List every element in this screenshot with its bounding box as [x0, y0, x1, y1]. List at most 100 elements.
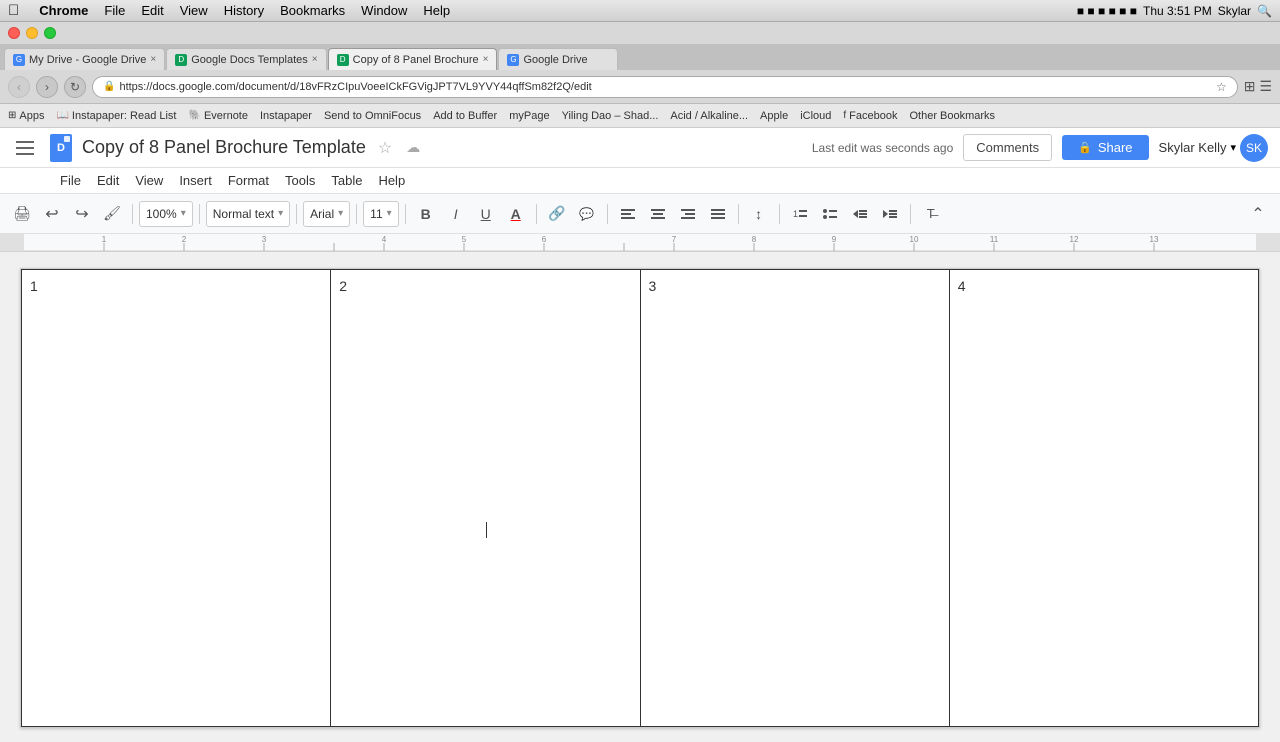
ruler-marks[interactable]: 1 2 3 4 5 6 7	[24, 234, 1256, 251]
docs-logo: D	[50, 134, 72, 162]
style-value: Normal text	[213, 207, 274, 221]
docs-menu-help[interactable]: Help	[378, 173, 405, 188]
tab-close-3[interactable]: ×	[483, 54, 489, 65]
bookmark-icloud[interactable]: iCloud	[800, 110, 831, 122]
settings-icon[interactable]: ☰	[1259, 78, 1272, 95]
comment-button[interactable]: 💬	[573, 200, 601, 228]
doc-star-icon[interactable]: ☆	[378, 138, 392, 158]
window-close[interactable]	[8, 27, 20, 39]
bookmark-apple[interactable]: Apple	[760, 110, 788, 122]
bookmark-instapaper-read[interactable]: 📖 Instapaper: Read List	[56, 110, 176, 122]
window-minimize[interactable]	[26, 27, 38, 39]
underline-button[interactable]: U	[472, 200, 500, 228]
bookmark-facebook[interactable]: f Facebook	[843, 110, 897, 122]
ssl-lock-icon: 🔒	[103, 81, 115, 92]
bookmark-other[interactable]: Other Bookmarks	[909, 110, 995, 122]
toolbar-sep-5	[405, 204, 406, 224]
tab-label-2: Google Docs Templates	[191, 54, 308, 66]
window-maximize[interactable]	[44, 27, 56, 39]
comments-button[interactable]: Comments	[963, 134, 1052, 161]
docs-menu-format[interactable]: Format	[228, 173, 269, 188]
ruler-right-margin	[1256, 234, 1280, 251]
docs-menu-edit[interactable]: Edit	[97, 173, 119, 188]
panel-2[interactable]: 2	[331, 270, 640, 727]
bullet-list-button[interactable]	[816, 200, 844, 228]
menubar-chrome[interactable]: Chrome	[39, 3, 88, 18]
print-button[interactable]: 🖨	[8, 200, 36, 228]
extensions-icon[interactable]: ⊞	[1244, 78, 1256, 95]
docs-menu-file[interactable]: File	[60, 173, 81, 188]
docs-menu-table[interactable]: Table	[331, 173, 362, 188]
bookmark-mypage[interactable]: myPage	[509, 110, 549, 122]
docs-menu-insert[interactable]: Insert	[179, 173, 212, 188]
address-bar[interactable]: 🔒 https://docs.google.com/document/d/18v…	[92, 76, 1238, 98]
undo-button[interactable]: ↩	[38, 200, 66, 228]
panel-4[interactable]: 4	[949, 270, 1258, 727]
docs-header: D Copy of 8 Panel Brochure Template ☆ ☁ …	[0, 128, 1280, 168]
docs-menu-view[interactable]: View	[135, 173, 163, 188]
panel-1[interactable]: 1	[22, 270, 331, 727]
fontsize-dropdown[interactable]: 11 ▾	[363, 201, 399, 227]
menubar-window[interactable]: Window	[361, 3, 407, 18]
bookmark-yiling[interactable]: Yiling Dao – Shad...	[562, 110, 659, 122]
menubar-edit[interactable]: Edit	[141, 3, 163, 18]
address-right-icons: ☆	[1216, 80, 1227, 94]
tab-label-4: Google Drive	[523, 54, 609, 66]
align-left-button[interactable]	[614, 200, 642, 228]
hamburger-menu[interactable]	[12, 134, 40, 162]
bookmark-instapaper[interactable]: Instapaper	[260, 110, 312, 122]
menubar-search[interactable]: 🔍	[1257, 4, 1272, 18]
star-icon[interactable]: ☆	[1216, 80, 1227, 94]
justify-button[interactable]	[704, 200, 732, 228]
user-avatar[interactable]: SK	[1240, 134, 1268, 162]
apple-menu[interactable]: 	[8, 2, 19, 19]
menubar-file[interactable]: File	[104, 3, 125, 18]
doc-page: 1 2 3 4	[20, 268, 1260, 728]
user-dropdown-arrow[interactable]: ▾	[1230, 141, 1236, 154]
bookmark-evernote[interactable]: 🐘 Evernote	[189, 110, 248, 122]
indent-increase-button[interactable]	[876, 200, 904, 228]
numbered-list-button[interactable]: 1.	[786, 200, 814, 228]
address-bar-area: ‹ › ↻ 🔒 https://docs.google.com/document…	[0, 70, 1280, 104]
paint-format-button[interactable]: 🖌	[98, 200, 126, 228]
align-center-button[interactable]	[644, 200, 672, 228]
tab-google-drive[interactable]: G Google Drive	[498, 48, 618, 70]
redo-button[interactable]: ↪	[68, 200, 96, 228]
align-right-button[interactable]	[674, 200, 702, 228]
zoom-dropdown[interactable]: 100% ▾	[139, 201, 193, 227]
text-color-button[interactable]: A	[502, 200, 530, 228]
clear-format-button[interactable]: T̶	[917, 200, 945, 228]
line-spacing-button[interactable]: ↕	[745, 200, 773, 228]
tab-brochure[interactable]: D Copy of 8 Panel Brochure ×	[328, 48, 498, 70]
menubar-view[interactable]: View	[180, 3, 208, 18]
svg-text:10: 10	[910, 235, 919, 244]
tab-templates[interactable]: D Google Docs Templates ×	[166, 48, 326, 70]
tab-close-1[interactable]: ×	[150, 54, 156, 65]
italic-button[interactable]: I	[442, 200, 470, 228]
user-name[interactable]: Skylar Kelly	[1159, 140, 1227, 155]
share-button[interactable]: 🔒 Share	[1062, 135, 1148, 160]
user-info: Skylar Kelly ▾ SK	[1159, 134, 1268, 162]
bookmark-apps[interactable]: ⊞ Apps	[8, 110, 44, 122]
tab-close-2[interactable]: ×	[312, 54, 318, 65]
bold-button[interactable]: B	[412, 200, 440, 228]
doc-area[interactable]: 1 2 3 4	[0, 252, 1280, 742]
back-button[interactable]: ‹	[8, 76, 30, 98]
font-dropdown[interactable]: Arial ▾	[303, 201, 350, 227]
tab-my-drive[interactable]: G My Drive - Google Drive ×	[4, 48, 165, 70]
menubar-help[interactable]: Help	[423, 3, 450, 18]
panel-4-number: 4	[958, 278, 966, 294]
menubar-history[interactable]: History	[224, 3, 264, 18]
style-dropdown[interactable]: Normal text ▾	[206, 201, 290, 227]
panel-3[interactable]: 3	[640, 270, 949, 727]
indent-decrease-button[interactable]	[846, 200, 874, 228]
docs-menu-tools[interactable]: Tools	[285, 173, 315, 188]
toolbar-collapse-button[interactable]: ⌃	[1244, 200, 1272, 228]
forward-button[interactable]: ›	[36, 76, 58, 98]
bookmark-buffer[interactable]: Add to Buffer	[433, 110, 497, 122]
link-button[interactable]: 🔗	[543, 200, 571, 228]
refresh-button[interactable]: ↻	[64, 76, 86, 98]
bookmark-acid[interactable]: Acid / Alkaline...	[670, 110, 748, 122]
bookmark-omnifocus[interactable]: Send to OmniFocus	[324, 110, 421, 122]
menubar-bookmarks[interactable]: Bookmarks	[280, 3, 345, 18]
